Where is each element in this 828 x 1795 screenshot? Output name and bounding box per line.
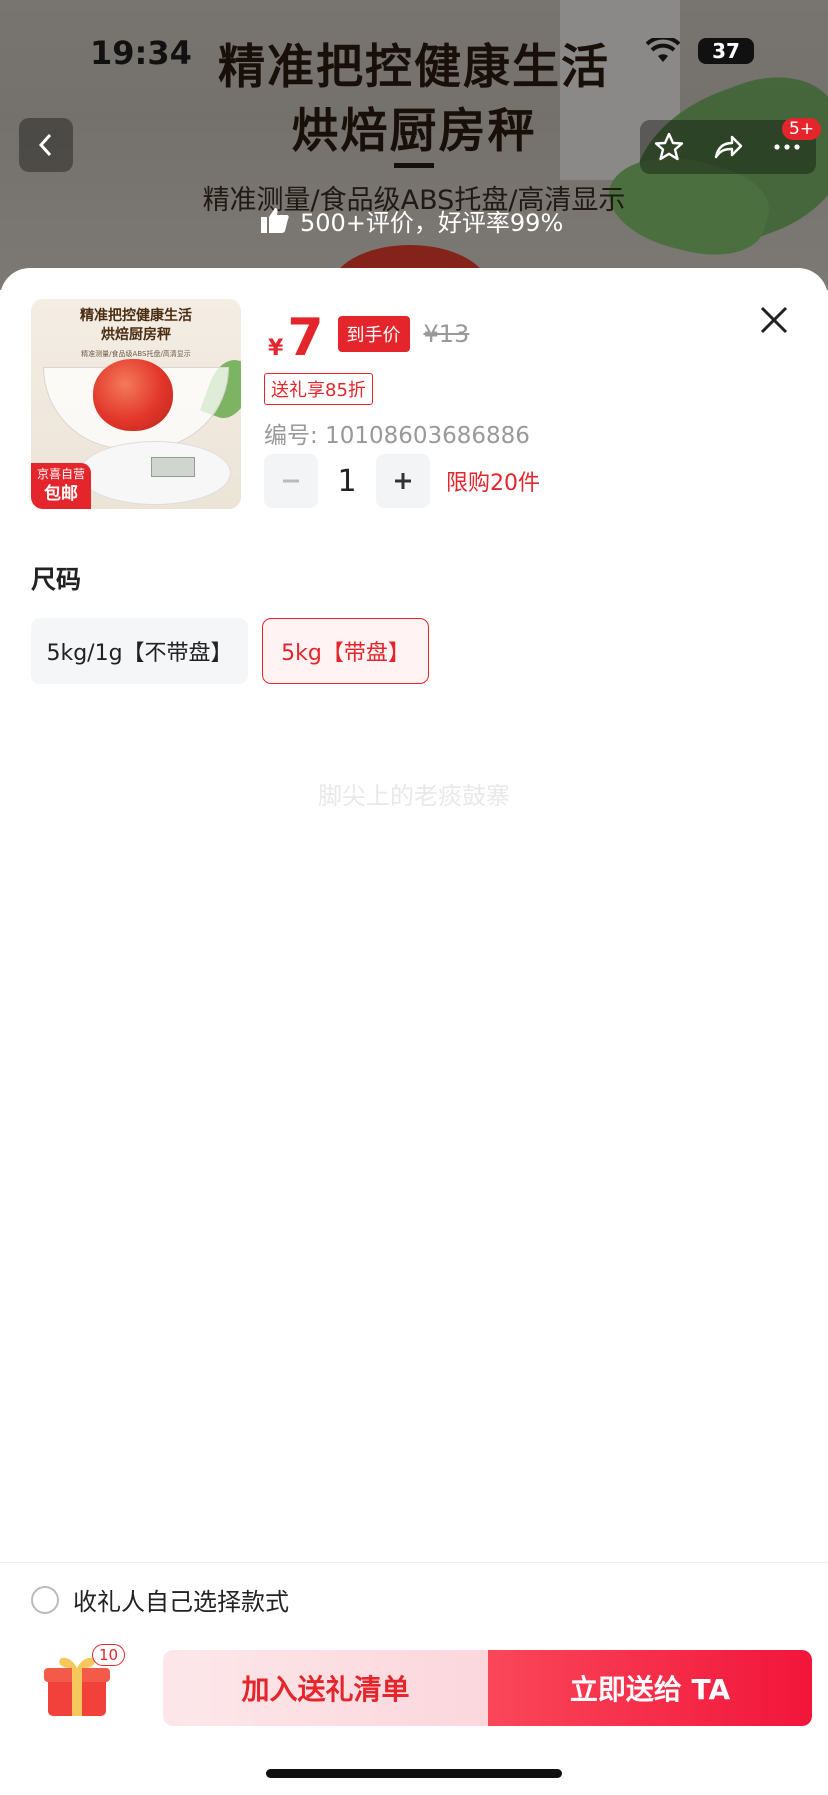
price-row: ¥ 7 到手价 ¥13 bbox=[268, 308, 469, 368]
thumbnail-apple bbox=[93, 359, 173, 431]
thumbs-up-icon bbox=[261, 208, 289, 233]
wifi-icon bbox=[646, 38, 680, 62]
status-icons: 37 bbox=[646, 38, 754, 64]
recipient-choose-option[interactable]: 收礼人自己选择款式 bbox=[31, 1582, 289, 1617]
quantity-stepper: 1 限购20件 bbox=[264, 454, 540, 508]
tag-line2: 包邮 bbox=[44, 484, 78, 504]
final-price: 7 bbox=[287, 308, 324, 368]
radio-button[interactable] bbox=[31, 1585, 59, 1614]
battery-icon: 37 bbox=[698, 38, 754, 64]
sku-number: 编号: 10108603686886 bbox=[264, 416, 530, 450]
plus-icon bbox=[395, 473, 411, 489]
review-text: 500+评价，好评率99% bbox=[300, 208, 564, 237]
tag-line1: 京喜自营 bbox=[36, 467, 85, 481]
message-badge: 5+ bbox=[782, 118, 822, 140]
final-price-tag: 到手价 bbox=[337, 316, 410, 352]
sku-value: 10108603686886 bbox=[325, 423, 530, 449]
size-option-without-tray[interactable]: 5kg/1g【不带盘】 bbox=[31, 618, 248, 684]
size-section-title: 尺码 bbox=[31, 565, 82, 594]
thumbnail-title: 精准把控健康生活 烘焙厨房秤 bbox=[80, 308, 192, 343]
size-option-with-tray[interactable]: 5kg【带盘】 bbox=[262, 618, 429, 684]
star-icon[interactable] bbox=[653, 131, 685, 163]
send-gift-now-button[interactable]: 立即送给 TA bbox=[488, 1650, 812, 1726]
close-icon[interactable] bbox=[756, 302, 792, 338]
original-price: ¥13 bbox=[423, 320, 470, 348]
jd-self-operated-tag: 京喜自营 包邮 bbox=[31, 463, 91, 509]
gift-list-count-badge: 10 bbox=[92, 1644, 126, 1666]
back-button[interactable] bbox=[19, 118, 73, 172]
product-thumbnail[interactable]: 精准把控健康生活 烘焙厨房秤 精准测量/食品级ABS托盘/高清显示 京喜自营 包邮 bbox=[31, 299, 241, 509]
decrease-button[interactable] bbox=[264, 454, 318, 508]
watermark-text: 脚尖上的老痰鼓寨 bbox=[318, 782, 510, 810]
increase-button[interactable] bbox=[376, 454, 430, 508]
home-indicator bbox=[266, 1769, 562, 1778]
footer-divider bbox=[0, 1562, 828, 1563]
sku-label: 编号: bbox=[264, 423, 318, 449]
back-icon bbox=[38, 133, 52, 157]
minus-icon bbox=[283, 479, 299, 483]
status-time: 19:34 bbox=[90, 34, 192, 72]
add-to-gift-list-button[interactable]: 加入送礼清单 bbox=[163, 1650, 488, 1726]
currency-symbol: ¥ bbox=[268, 336, 284, 361]
thumbnail-subtitle: 精准测量/食品级ABS托盘/高清显示 bbox=[81, 350, 191, 358]
gift-discount-badge: 送礼享85折 bbox=[264, 373, 373, 405]
review-summary[interactable]: 500+评价，好评率99% bbox=[260, 198, 563, 242]
purchase-limit: 限购20件 bbox=[446, 471, 540, 496]
recipient-choose-label: 收礼人自己选择款式 bbox=[73, 1588, 289, 1616]
share-icon[interactable] bbox=[712, 131, 744, 163]
quantity-value[interactable]: 1 bbox=[318, 464, 376, 499]
thumbnail-scale-screen bbox=[151, 457, 195, 477]
sku-selection-sheet: 精准把控健康生活 烘焙厨房秤 精准测量/食品级ABS托盘/高清显示 京喜自营 包邮… bbox=[0, 268, 828, 1795]
